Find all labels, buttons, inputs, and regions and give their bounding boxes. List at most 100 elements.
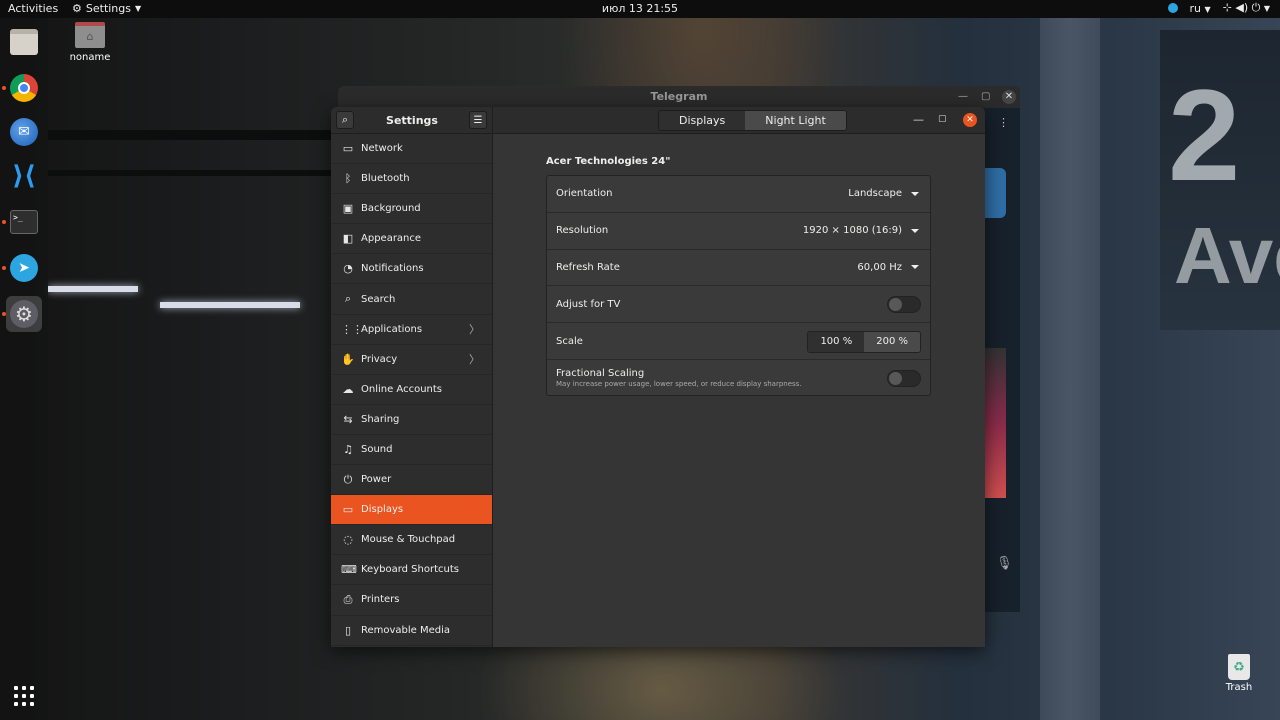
sidebar-item-network[interactable]: ▭ Network [331, 134, 492, 165]
network-icon: ⊹ [1222, 1, 1232, 14]
app-menu-label: Settings [85, 2, 131, 15]
chat-thumbnail [984, 348, 1006, 498]
scale-options: 100 % 200 % [807, 331, 921, 354]
telegram-title: Telegram [338, 86, 1020, 108]
dock-settings[interactable]: ⚙ [6, 296, 42, 332]
more-icon[interactable]: ⋮ [998, 116, 1009, 129]
sidebar-item-printers[interactable]: ⎙ Printers [331, 585, 492, 616]
wallpaper-pillar [1040, 18, 1100, 720]
dock-chrome[interactable] [8, 72, 40, 104]
sidebar-item-background[interactable]: ▣ Background [331, 194, 492, 225]
running-indicator [2, 86, 6, 90]
close-icon[interactable]: ✕ [1002, 90, 1016, 104]
dock-vscode[interactable]: ⟩⟨ [8, 160, 40, 192]
telegram-chat-strip: ⋮ 🎙 [984, 108, 1020, 612]
fractional-scaling-sublabel: May increase power usage, lower speed, o… [556, 380, 802, 389]
sidebar-icon: ⎙ [343, 592, 353, 606]
desktop-folder[interactable]: ⌂ noname [64, 22, 116, 63]
resolution-row[interactable]: Resolution 1920 × 1080 (16:9) [547, 213, 930, 250]
chrome-icon [10, 74, 38, 102]
close-icon[interactable]: ✕ [963, 113, 977, 127]
chevron-right-icon: 〉 [469, 353, 480, 367]
chevron-down-icon: ▼ [135, 4, 142, 13]
running-indicator [2, 220, 6, 224]
sidebar-icon: ▭ [342, 503, 354, 517]
minimize-icon[interactable]: — [958, 91, 968, 102]
sidebar-item-sharing[interactable]: ⇆ Sharing [331, 405, 492, 435]
sidebar-item-displays[interactable]: ▭ Displays [331, 495, 492, 526]
system-tray: ru ▼ ⊹ ◀) ⏻ ▼ [1167, 1, 1270, 15]
wallpaper-light [48, 286, 138, 292]
terminal-icon: >_ [10, 210, 38, 234]
wallpaper-sign: 2 Ave [1160, 30, 1280, 330]
monitor-name: Acer Technologies 24" [546, 156, 671, 167]
orientation-value: Landscape [848, 188, 902, 200]
settings-sidebar: ▭ Network ᛒ Bluetooth ▣ Background ◧ Appearance… [331, 134, 493, 647]
fractional-scaling-switch[interactable] [887, 369, 921, 387]
orientation-row[interactable]: Orientation Landscape [547, 176, 930, 213]
sidebar-icon: ⏻ [343, 472, 353, 486]
dock-thunderbird[interactable]: ✉ [8, 116, 40, 148]
sidebar-item-appearance[interactable]: ◧ Appearance [331, 224, 492, 255]
maximize-icon[interactable]: ▢ [938, 114, 947, 124]
sidebar-item-label: Applications [361, 323, 423, 335]
sidebar-item-label: Search [361, 293, 396, 305]
sidebar-item-label: Online Accounts [361, 383, 443, 395]
tab-night-light[interactable]: Night Light [745, 111, 846, 130]
microphone-icon[interactable]: 🎙 [996, 556, 1013, 571]
sidebar-item-label: Network [361, 143, 403, 155]
scale-row: Scale 100 % 200 % [547, 323, 930, 360]
sidebar-item-sound[interactable]: ♫ Sound [331, 435, 492, 466]
clock[interactable]: июл 13 21:55 [602, 2, 678, 15]
refresh-rate-row[interactable]: Refresh Rate 60,00 Hz [547, 250, 930, 287]
system-menu[interactable]: ⊹ ◀) ⏻ ▼ [1223, 1, 1270, 15]
menu-button[interactable]: ☰ [469, 111, 487, 129]
dropdown-arrow-icon [911, 265, 919, 270]
sidebar-item-label: Background [361, 203, 421, 215]
dock-telegram[interactable]: ➤ [8, 252, 40, 284]
sidebar-icon: ⇆ [343, 412, 353, 426]
chevron-right-icon: 〉 [469, 323, 480, 337]
home-folder-icon: ⌂ [75, 22, 105, 48]
scale-100-button[interactable]: 100 % [808, 332, 865, 353]
sidebar-item-notifications[interactable]: ◔ Notifications [331, 254, 492, 285]
telegram-tray-icon[interactable] [1167, 3, 1178, 13]
power-icon: ⏻ [1251, 1, 1261, 14]
app-menu[interactable]: ⚙ Settings ▼ [72, 2, 141, 15]
sidebar-item-online-accounts[interactable]: ☁ Online Accounts [331, 375, 492, 405]
sidebar-icon: ◔ [343, 262, 353, 276]
telegram-icon: ➤ [10, 254, 38, 282]
sidebar-item-label: Privacy [361, 353, 398, 365]
adjust-tv-switch[interactable] [887, 296, 921, 314]
scale-200-button[interactable]: 200 % [864, 332, 920, 353]
dock-files[interactable] [8, 26, 40, 58]
trash-label: Trash [1225, 682, 1253, 693]
dropdown-arrow-icon [911, 191, 919, 196]
sidebar-item-removable-media[interactable]: ▯ Removable Media [331, 616, 492, 646]
sidebar-item-applications[interactable]: ⋮⋮ Applications 〉 [331, 315, 492, 345]
sidebar-item-keyboard-shortcuts[interactable]: ⌨ Keyboard Shortcuts [331, 555, 492, 586]
dock-terminal[interactable]: >_ [8, 206, 40, 238]
language-indicator[interactable]: ru ▼ [1190, 2, 1211, 15]
sidebar-item-power[interactable]: ⏻ Power [331, 465, 492, 496]
show-applications-icon[interactable] [14, 686, 34, 706]
sidebar-icon: ⌨ [341, 563, 357, 577]
desktop-trash[interactable]: ♻ Trash [1222, 654, 1256, 693]
settings-window: ⌕ Settings ☰ Displays Night Light — ▢ ✕ … [331, 107, 985, 647]
activities-button[interactable]: Activities [8, 2, 58, 15]
sidebar-item-bluetooth[interactable]: ᛒ Bluetooth [331, 164, 492, 195]
sidebar-icon: ▯ [344, 623, 352, 637]
maximize-icon[interactable]: ▢ [981, 91, 990, 102]
minimize-icon[interactable]: — [913, 113, 924, 126]
sidebar-item-mouse-touchpad[interactable]: ◌ Mouse & Touchpad [331, 525, 492, 556]
settings-header: ⌕ Settings ☰ Displays Night Light — ▢ ✕ [331, 107, 985, 134]
sidebar-icon: ▣ [342, 202, 354, 216]
refresh-rate-label: Refresh Rate [556, 261, 620, 273]
sidebar-item-search[interactable]: ⌕ Search [331, 284, 492, 315]
switch-knob [889, 371, 902, 385]
sidebar-item-privacy[interactable]: ✋ Privacy 〉 [331, 345, 492, 375]
resolution-value: 1920 × 1080 (16:9) [802, 225, 902, 237]
tab-displays[interactable]: Displays [659, 111, 746, 130]
volume-icon: ◀) [1235, 1, 1249, 14]
switch-knob [889, 298, 902, 312]
